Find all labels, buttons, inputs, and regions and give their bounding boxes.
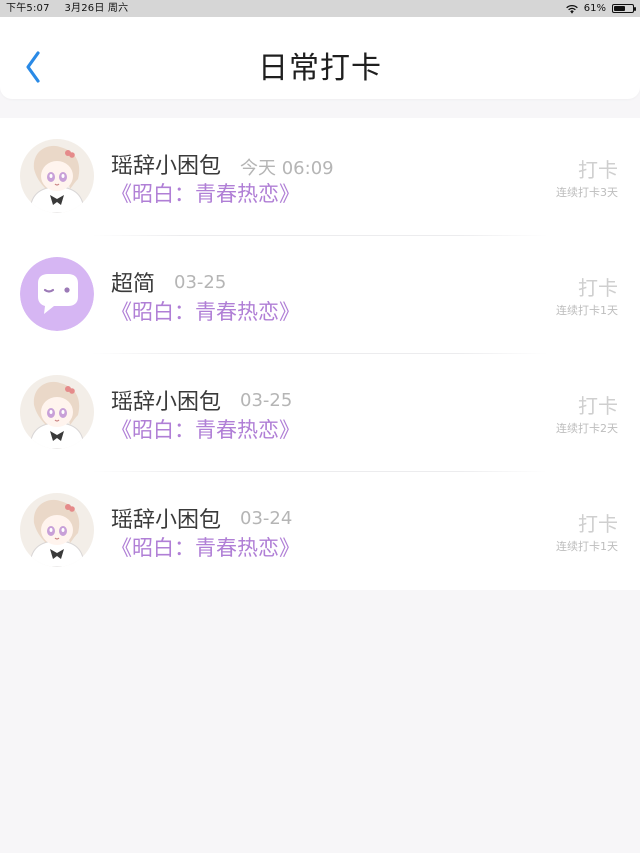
- anime-girl-avatar[interactable]: [20, 139, 94, 213]
- battery-fill: [614, 6, 625, 11]
- streak-label: 连续打卡1天: [556, 540, 618, 553]
- status-right: 61%: [566, 0, 636, 17]
- avatar-image: [20, 139, 94, 213]
- checkin-button[interactable]: 打卡: [578, 508, 618, 537]
- username: 瑶辞小困包: [111, 390, 222, 415]
- list-item[interactable]: 瑶辞小困包 今天 06:09 《昭白：青春热恋》 打卡 连续打卡3天: [0, 118, 640, 236]
- username: 瑶辞小困包: [111, 508, 222, 533]
- avatar-image: [20, 257, 94, 331]
- battery-icon: [612, 4, 636, 13]
- streak-label: 连续打卡2天: [556, 422, 618, 435]
- list-item[interactable]: 超简 03-25 《昭白：青春热恋》 打卡 连续打卡1天: [0, 236, 640, 354]
- checkin-button[interactable]: 打卡: [578, 154, 618, 183]
- chat-bubble-avatar[interactable]: [20, 257, 94, 331]
- username: 瑶辞小困包: [111, 154, 222, 179]
- status-left: 下午5:07 3月26日 周六: [6, 0, 128, 17]
- streak-label: 连续打卡3天: [556, 186, 618, 199]
- status-time: 下午5:07: [6, 3, 50, 14]
- wifi-icon: [566, 4, 578, 13]
- course-link[interactable]: 《昭白：青春热恋》: [111, 532, 300, 562]
- battery-percent: 61%: [583, 3, 606, 14]
- timestamp: 03-25: [174, 272, 227, 293]
- app-header: 日常打卡: [0, 17, 640, 99]
- avatar-image: [20, 493, 94, 567]
- page-title: 日常打卡: [258, 51, 382, 86]
- streak-label: 连续打卡1天: [556, 304, 618, 317]
- list-item[interactable]: 瑶辞小困包 03-24 《昭白：青春热恋》 打卡 连续打卡1天: [0, 472, 640, 590]
- course-link[interactable]: 《昭白：青春热恋》: [111, 414, 300, 444]
- username: 超简: [111, 272, 156, 297]
- checkin-button[interactable]: 打卡: [578, 272, 618, 301]
- checkin-button[interactable]: 打卡: [578, 390, 618, 419]
- anime-girl-avatar[interactable]: [20, 375, 94, 449]
- anime-girl-avatar[interactable]: [20, 493, 94, 567]
- timestamp: 今天 06:09: [240, 158, 334, 179]
- checkin-list: 瑶辞小困包 今天 06:09 《昭白：青春热恋》 打卡 连续打卡3天 超简 03…: [0, 118, 640, 590]
- course-link[interactable]: 《昭白：青春热恋》: [111, 178, 300, 208]
- status-bar: 下午5:07 3月26日 周六 61%: [0, 0, 640, 17]
- timestamp: 03-24: [240, 508, 293, 529]
- status-date: 3月26日 周六: [64, 3, 129, 14]
- course-link[interactable]: 《昭白：青春热恋》: [111, 296, 300, 326]
- avatar-image: [20, 375, 94, 449]
- timestamp: 03-25: [240, 390, 293, 411]
- list-item[interactable]: 瑶辞小困包 03-25 《昭白：青春热恋》 打卡 连续打卡2天: [0, 354, 640, 472]
